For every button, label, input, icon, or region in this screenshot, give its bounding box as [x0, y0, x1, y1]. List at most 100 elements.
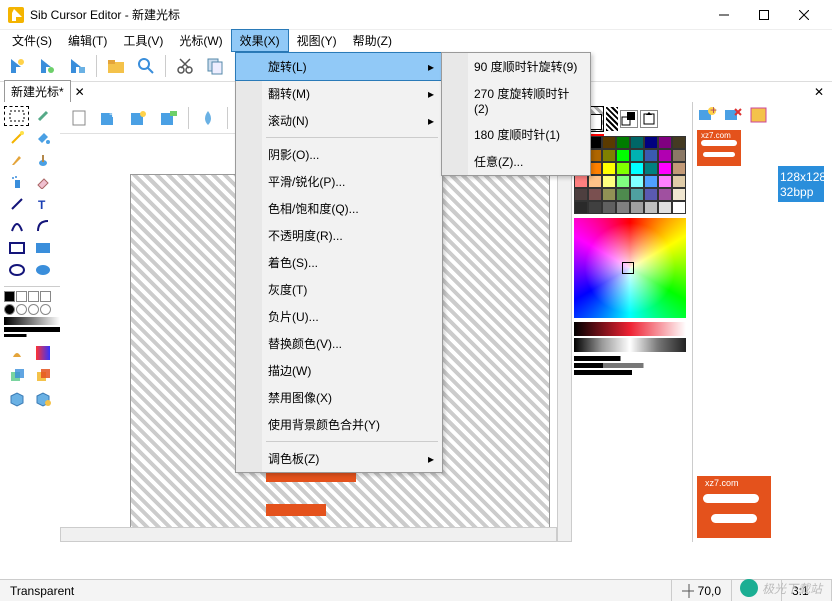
color-swatch[interactable] — [616, 162, 630, 175]
opt-2[interactable] — [574, 363, 690, 368]
color-swatch[interactable] — [630, 201, 644, 214]
color-swatch[interactable] — [602, 162, 616, 175]
tool-layer1[interactable] — [4, 365, 29, 385]
tool-fill[interactable] — [30, 128, 55, 148]
tool-wand[interactable] — [4, 128, 29, 148]
swap-colors-icon[interactable] — [620, 110, 638, 128]
tool-3d1[interactable] — [4, 389, 29, 409]
menu-item[interactable]: 负片(U)... — [236, 303, 442, 330]
tool-eraser[interactable] — [30, 172, 55, 192]
color-swatch[interactable] — [658, 162, 672, 175]
menu-item[interactable]: 阴影(O)... — [236, 141, 442, 168]
tool-folder[interactable] — [103, 53, 129, 79]
color-swatch[interactable] — [602, 201, 616, 214]
document-tab[interactable]: 新建光标* — [4, 80, 71, 102]
color-swatch[interactable] — [630, 162, 644, 175]
menu-effects[interactable]: 效果(X) — [231, 29, 289, 52]
color-swatch[interactable] — [658, 188, 672, 201]
color-swatch[interactable] — [672, 162, 686, 175]
maximize-button[interactable] — [744, 1, 784, 29]
tool-rect[interactable] — [4, 238, 29, 258]
tool-ellipse-fill[interactable] — [30, 260, 55, 280]
tool-cut[interactable] — [172, 53, 198, 79]
color-swatch[interactable] — [602, 188, 616, 201]
tool-copy[interactable] — [202, 53, 228, 79]
gray-bar[interactable] — [574, 338, 686, 352]
color-swatch[interactable] — [644, 149, 658, 162]
tool-3d2[interactable] — [30, 389, 55, 409]
canvas-tool-drop[interactable] — [195, 105, 221, 131]
preview-add-icon[interactable]: + — [697, 106, 717, 124]
tool-marquee[interactable] — [4, 106, 29, 126]
menu-help[interactable]: 帮助(Z) — [345, 30, 400, 51]
tool-search[interactable] — [133, 53, 159, 79]
menu-item[interactable]: 灰度(T) — [236, 276, 442, 303]
menu-edit[interactable]: 编辑(T) — [60, 30, 115, 51]
canvas-tool-add2[interactable] — [126, 105, 152, 131]
color-picker[interactable] — [574, 218, 686, 318]
tool-gradient[interactable] — [30, 343, 55, 363]
tool-pencil[interactable] — [4, 150, 29, 170]
tool-spray[interactable] — [4, 172, 29, 192]
color-swatch[interactable] — [574, 175, 588, 188]
pattern-swatch[interactable] — [606, 107, 618, 131]
color-swatch[interactable] — [616, 149, 630, 162]
color-swatch[interactable] — [602, 175, 616, 188]
color-swatch[interactable] — [574, 201, 588, 214]
color-swatch[interactable] — [672, 149, 686, 162]
close-panel-icon[interactable]: ✕ — [814, 85, 824, 99]
tool-rect-fill[interactable] — [30, 238, 55, 258]
tool-brush[interactable] — [30, 150, 55, 170]
minimize-button[interactable] — [704, 1, 744, 29]
canvas-tool-doc[interactable] — [66, 105, 92, 131]
color-swatch[interactable] — [672, 188, 686, 201]
color-swatch[interactable] — [630, 149, 644, 162]
color-swatch[interactable] — [658, 175, 672, 188]
tool-curve[interactable] — [4, 216, 29, 236]
preview-thumb[interactable]: xz7.com — [697, 130, 741, 166]
menu-item[interactable]: 调色板(Z)▸ — [236, 445, 442, 472]
color-swatch[interactable] — [630, 188, 644, 201]
hue-bar[interactable] — [574, 322, 686, 336]
color-swatch[interactable] — [672, 175, 686, 188]
color-swatch[interactable] — [672, 201, 686, 214]
menu-item[interactable]: 替换颜色(V)... — [236, 330, 442, 357]
preview-del-icon[interactable] — [723, 106, 743, 124]
opt-1[interactable] — [574, 356, 690, 361]
color-swatch[interactable] — [616, 188, 630, 201]
color-swatch[interactable] — [630, 175, 644, 188]
scrollbar-horizontal[interactable] — [60, 527, 557, 542]
canvas-tool-add3[interactable] — [156, 105, 182, 131]
color-swatch[interactable] — [588, 201, 602, 214]
menu-item[interactable]: 着色(S)... — [236, 249, 442, 276]
menu-item[interactable]: 旋转(L)▸ — [235, 52, 443, 81]
tool-line[interactable] — [4, 194, 29, 214]
color-grid[interactable] — [574, 136, 690, 214]
tool-save[interactable] — [64, 53, 90, 79]
menu-item[interactable]: 描边(W) — [236, 357, 442, 384]
tool-arc[interactable] — [30, 216, 55, 236]
canvas-tool-add1[interactable]: + — [96, 105, 122, 131]
close-tab-icon[interactable]: ✕ — [75, 85, 85, 99]
preview-save-icon[interactable] — [749, 106, 769, 124]
tool-layer2[interactable] — [30, 365, 55, 385]
color-swatch[interactable] — [644, 201, 658, 214]
reset-colors-icon[interactable] — [640, 110, 658, 128]
menu-file[interactable]: 文件(S) — [4, 30, 60, 51]
color-swatch[interactable] — [616, 201, 630, 214]
menu-item[interactable]: 滚动(N)▸ — [236, 107, 442, 134]
menu-item[interactable]: 色相/饱和度(Q)... — [236, 195, 442, 222]
menu-cursor[interactable]: 光标(W) — [171, 30, 230, 51]
color-swatch[interactable] — [644, 188, 658, 201]
color-swatch[interactable] — [588, 188, 602, 201]
tool-new[interactable] — [4, 53, 30, 79]
tool-ellipse[interactable] — [4, 260, 29, 280]
menu-item[interactable]: 禁用图像(X) — [236, 384, 442, 411]
close-button[interactable] — [784, 1, 824, 29]
color-swatch[interactable] — [588, 175, 602, 188]
color-swatch[interactable] — [644, 162, 658, 175]
menu-item[interactable]: 不透明度(R)... — [236, 222, 442, 249]
opt-3[interactable] — [574, 370, 690, 375]
tool-eyedropper[interactable] — [30, 106, 55, 126]
menu-item[interactable]: 使用背景颜色合并(Y) — [236, 411, 442, 438]
